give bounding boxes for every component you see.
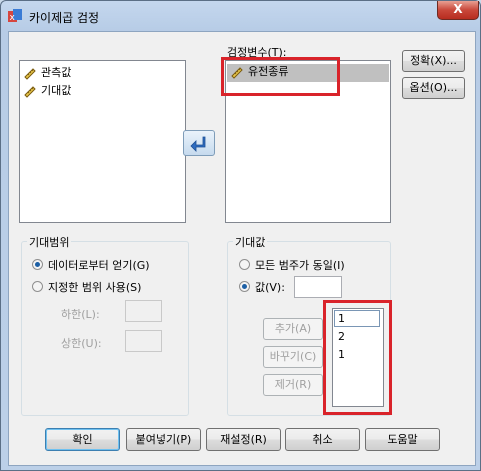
paste-button[interactable]: 붙여넣기(P): [126, 428, 201, 451]
highlight-box: [221, 57, 340, 96]
change-button[interactable]: 바꾸기(C): [263, 346, 323, 368]
dialog-body: 관측값 기대값 검정변수(T): 유전종류 정확(X)... 옵션(O)... …: [8, 31, 476, 466]
from-data-label[interactable]: 데이터로부터 얻기(G): [48, 257, 150, 273]
svg-text:x: x: [10, 13, 16, 23]
lower-label: 하한(L):: [61, 308, 100, 321]
scale-ruler-icon: [24, 67, 36, 80]
app-icon: x: [8, 9, 22, 23]
all-equal-label[interactable]: 모든 범주가 동일(I): [255, 257, 345, 273]
upper-input[interactable]: [125, 330, 162, 352]
all-equal-radio[interactable]: [239, 259, 250, 270]
arrow-left-icon: [190, 136, 206, 152]
source-variable-list[interactable]: 관측값 기대값: [19, 60, 186, 223]
lower-input[interactable]: [125, 300, 162, 322]
title-bar[interactable]: x 카이제곱 검정 X: [1, 1, 480, 31]
expected-range-title: 기대범위: [27, 234, 72, 250]
dialog-window: x 카이제곱 검정 X 관측값 기대값 검정변수(T): 유전종류 정확(X).…: [0, 0, 481, 471]
reset-button[interactable]: 재설정(R): [206, 428, 281, 451]
values-radio[interactable]: [239, 281, 250, 292]
close-button[interactable]: X: [437, 1, 479, 20]
remove-button[interactable]: 제거(R): [263, 374, 323, 396]
options-button[interactable]: 옵션(O)...: [402, 77, 465, 99]
list-item[interactable]: 기대값: [24, 83, 71, 99]
window-title: 카이제곱 검정: [29, 11, 100, 25]
expected-values-title: 기대값: [233, 234, 268, 250]
exact-button[interactable]: 정확(X)...: [402, 50, 465, 72]
highlight-box: [323, 300, 392, 415]
specified-range-label[interactable]: 지정한 범위 사용(S): [48, 279, 141, 295]
value-input[interactable]: [294, 276, 342, 298]
list-item[interactable]: 관측값: [24, 65, 71, 81]
upper-label: 상한(U):: [61, 337, 102, 350]
scale-ruler-icon: [24, 85, 36, 98]
cancel-button[interactable]: 취소: [285, 428, 360, 451]
variable-label: 기대값: [41, 84, 72, 97]
ok-button[interactable]: 확인: [45, 428, 120, 451]
specified-range-radio[interactable]: [32, 281, 43, 292]
move-to-test-list-button[interactable]: [183, 130, 215, 156]
variable-label: 관측값: [41, 66, 72, 79]
values-label[interactable]: 값(V):: [255, 279, 285, 295]
help-button[interactable]: 도움말: [365, 428, 440, 451]
add-button[interactable]: 추가(A): [263, 318, 323, 340]
from-data-radio[interactable]: [32, 259, 43, 270]
